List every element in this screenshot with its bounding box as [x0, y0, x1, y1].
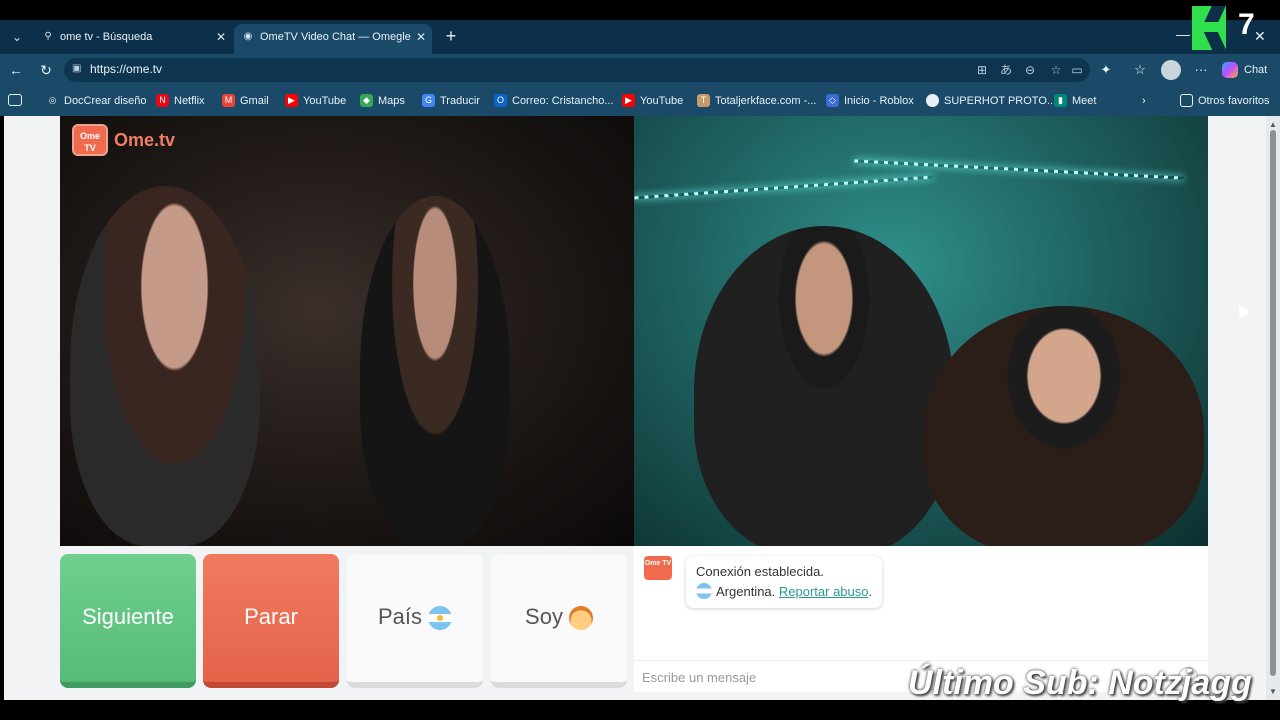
person-silhouette [70, 186, 260, 546]
video-icon[interactable]: ▭ [1069, 62, 1085, 78]
profile-avatar[interactable] [1161, 60, 1181, 80]
tab-actions-chevron-icon[interactable]: ⌄ [6, 26, 28, 48]
tab-title: ome tv - Búsqueda [60, 31, 153, 43]
next-button[interactable]: Siguiente [60, 554, 196, 688]
bookmark-item[interactable]: T Totaljerkface.com -... [697, 93, 816, 109]
back-arrow-icon[interactable]: ← [6, 60, 26, 80]
bookmark-item[interactable]: ▶ YouTube [285, 93, 346, 109]
report-abuse-link[interactable]: Reportar abuso [779, 584, 869, 599]
remote-video [634, 116, 1208, 546]
copilot-icon [1222, 62, 1238, 78]
app-available-icon[interactable]: ⊞ [974, 62, 990, 78]
system-message: Conexión establecida. Argentina. Reporta… [686, 556, 883, 608]
overlay-number: 7 [1238, 8, 1255, 41]
more-bookmarks-chevron-icon[interactable]: › [1142, 93, 1146, 109]
letterbox-bottom [0, 700, 1280, 720]
kick-logo [1192, 6, 1226, 50]
person-silhouette [924, 306, 1204, 546]
argentina-flag-icon [428, 606, 453, 631]
site-info-icon[interactable]: ▣ [72, 63, 84, 77]
other-favorites-folder[interactable]: Otros favoritos [1180, 93, 1270, 109]
person-silhouette [694, 226, 954, 546]
url-text[interactable]: https://ome.tv [90, 62, 162, 76]
new-tab-plus-icon[interactable]: + [440, 25, 462, 47]
scroll-down-icon[interactable]: ▼ [1269, 687, 1277, 696]
outlook-icon: O [494, 94, 507, 107]
superhot-icon [926, 94, 939, 107]
bookmark-item[interactable]: M Gmail [222, 93, 269, 109]
search-icon: ⚲ [44, 31, 52, 42]
bookmark-item[interactable]: ▶ YouTube [622, 93, 683, 109]
site-icon: T [697, 94, 710, 107]
bookmark-item[interactable]: O Correo: Cristancho... [494, 93, 613, 109]
maps-icon: ◆ [360, 94, 373, 107]
tv-logo-icon: Ome TV [72, 124, 108, 156]
browser-chrome: ⌄ ⚲ ome tv - Búsqueda ✕ ◉ OmeTV Video Ch… [0, 20, 1280, 116]
address-bar-row: ← ↻ ▣ https://ome.tv ⊞ あ ⊖ ☆ ▭ ✦ ☆ ··· C… [0, 54, 1280, 86]
chat-label: Chat [1244, 64, 1268, 76]
tv-logo-icon: Ome TV [644, 556, 672, 580]
tracking-icon[interactable]: ⊖ [1022, 62, 1038, 78]
globe-icon: ◎ [48, 95, 57, 105]
country-button[interactable]: País [347, 554, 483, 688]
boy-face-icon [568, 606, 593, 631]
bookmark-item[interactable]: N Netflix [156, 93, 205, 109]
bookmarks-bar: ◎ DocCrear diseño N Netflix M Gmail ▶ YouTub… [0, 86, 1280, 116]
copilot-chat-button[interactable]: Chat [1222, 60, 1267, 80]
page-scrollbar[interactable]: ▲ ▼ [1266, 116, 1280, 700]
letterbox-top [0, 0, 1280, 20]
bookmark-item[interactable]: ◆ Maps [360, 93, 405, 109]
bookmark-item[interactable]: ◇ Inicio - Roblox [826, 93, 914, 109]
extensions-icon[interactable]: ✦ [1096, 60, 1116, 80]
person-silhouette [360, 196, 510, 546]
more-options-icon[interactable]: ··· [1191, 60, 1211, 80]
tab-title: OmeTV Video Chat — Omegle [260, 31, 411, 43]
stop-button[interactable]: Parar [203, 554, 339, 688]
favorites-icon[interactable]: ☆ [1130, 60, 1150, 80]
local-video [60, 116, 634, 546]
favorite-star-icon[interactable]: ☆ [1048, 62, 1064, 78]
ometv-favicon: ◉ [243, 31, 253, 42]
sidebar-toggle-icon[interactable] [8, 94, 22, 106]
stream-watermark: Último Sub: Notzjagg [908, 664, 1252, 702]
window-close-icon[interactable]: ✕ [1254, 28, 1266, 45]
logo-text: Ome.tv [114, 130, 176, 150]
meet-icon: ▮ [1054, 94, 1067, 107]
close-icon[interactable]: ✕ [216, 24, 226, 50]
minimize-icon[interactable]: — [1176, 26, 1190, 42]
netflix-icon: N [156, 94, 169, 107]
address-bar[interactable]: ▣ https://ome.tv ⊞ あ ⊖ ☆ ▭ [64, 58, 1090, 82]
tab-search[interactable]: ⚲ ome tv - Búsqueda ✕ [34, 24, 232, 54]
youtube-icon: ▶ [622, 94, 635, 107]
tab-strip: ⌄ ⚲ ome tv - Búsqueda ✕ ◉ OmeTV Video Ch… [0, 20, 1280, 54]
bookmark-item[interactable]: ▮ Meet [1054, 93, 1096, 109]
argentina-flag-icon [696, 583, 712, 599]
bookmark-item[interactable]: ◎ DocCrear diseño [46, 93, 147, 109]
translate-icon[interactable]: あ [998, 62, 1014, 78]
translate-icon: G [422, 94, 435, 107]
roblox-icon: ◇ [826, 94, 839, 107]
scrollbar-thumb[interactable] [1270, 130, 1276, 676]
gender-button[interactable]: Soy [491, 554, 627, 688]
close-icon[interactable]: ✕ [416, 24, 426, 50]
scroll-up-icon[interactable]: ▲ [1269, 120, 1277, 129]
refresh-icon[interactable]: ↻ [36, 60, 56, 80]
led-strip [634, 175, 934, 200]
folder-icon [1180, 94, 1193, 107]
gmail-icon: M [222, 94, 235, 107]
bookmark-item[interactable]: G Traducir [422, 93, 480, 109]
tab-ometv[interactable]: ◉ OmeTV Video Chat — Omegle ✕ [234, 24, 432, 54]
bookmark-item[interactable]: SUPERHOT PROTO... [926, 93, 1056, 109]
connection-status: Conexión establecida. [696, 564, 824, 579]
partner-country: Argentina. Reportar abuso. [696, 582, 872, 602]
youtube-icon: ▶ [285, 94, 298, 107]
